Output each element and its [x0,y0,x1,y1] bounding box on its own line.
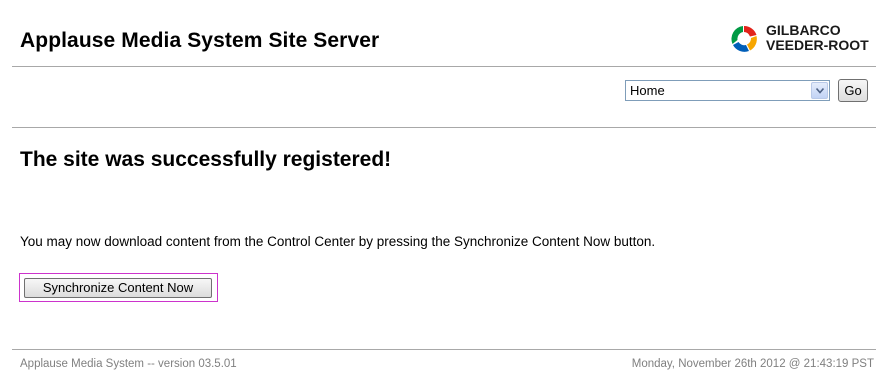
logo-line-1: GILBARCO [766,22,841,38]
logo-mark-icon [731,25,757,52]
footer-timestamp: Monday, November 26th 2012 @ 21:43:19 PS… [631,358,874,370]
page: Applause Media System Site Server GILBAR… [0,0,876,373]
logo-line-2: VEEDER-ROOT [766,37,869,53]
instruction-message: You may now download content from the Co… [20,234,656,249]
app-title: Applause Media System Site Server [20,29,380,52]
nav-divider [12,127,876,128]
company-logo: GILBARCO VEEDER-ROOT [728,21,876,61]
header-divider [12,66,876,67]
page-heading: The site was successfully registered! [20,148,392,171]
logo-text: GILBARCO VEEDER-ROOT [766,23,869,53]
footer-divider [12,349,876,350]
chevron-down-icon [816,88,824,94]
synchronize-content-now-button[interactable]: Synchronize Content Now [24,278,212,298]
footer-version: Applause Media System -- version 03.5.01 [20,358,237,370]
page-select-dropdown[interactable]: Home [625,80,830,101]
dropdown-arrow-button[interactable] [811,82,828,99]
go-button[interactable]: Go [838,79,868,102]
page-select-value: Home [630,83,665,98]
